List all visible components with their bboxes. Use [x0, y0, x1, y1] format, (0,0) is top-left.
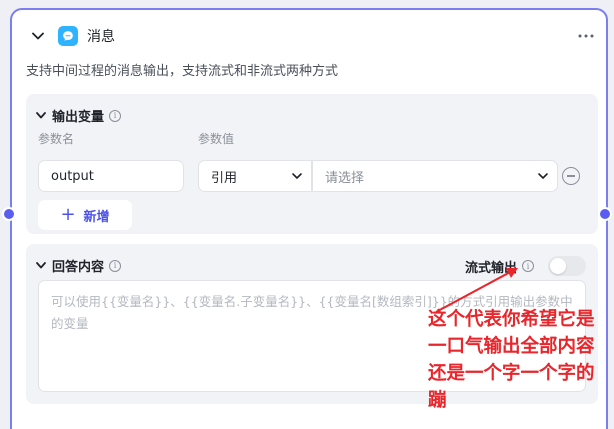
info-icon[interactable]: i: [522, 260, 534, 272]
add-param-button[interactable]: + 新增: [38, 200, 132, 230]
param-name-input[interactable]: output: [38, 160, 184, 192]
param-value-select[interactable]: 请选择: [312, 160, 558, 192]
info-icon[interactable]: i: [109, 109, 122, 122]
output-vars-title: 输出变量: [52, 110, 105, 125]
annotation-text: 这个代表你希望它是一口气输出全部内容还是一个字一个字的蹦: [428, 309, 595, 411]
chevron-down-icon: [537, 170, 549, 186]
chevron-down-icon[interactable]: [36, 112, 46, 119]
input-port[interactable]: [2, 207, 16, 221]
chevron-down-icon[interactable]: [28, 26, 48, 46]
chevron-down-icon[interactable]: [36, 262, 46, 269]
answer-title: 回答内容: [52, 260, 105, 275]
param-name-label: 参数名: [38, 132, 75, 146]
param-value-placeholder: 请选择: [325, 170, 365, 186]
toggle-knob: [550, 258, 566, 274]
node-title: 消息: [87, 29, 115, 45]
output-vars-header[interactable]: 输出变量 i: [36, 106, 122, 125]
output-port[interactable]: [598, 207, 612, 221]
ref-type-value: 引用: [211, 170, 238, 186]
more-options-icon[interactable]: [574, 26, 598, 46]
remove-param-icon[interactable]: [562, 167, 580, 185]
node-description: 支持中间过程的消息输出，支持流式和非流式两种方式: [26, 64, 339, 79]
param-value-label: 参数值: [198, 132, 235, 146]
plus-icon: +: [60, 204, 76, 225]
stream-output-control: 流式输出 i: [465, 256, 586, 276]
answer-header[interactable]: 回答内容 i: [36, 256, 122, 275]
message-icon: [58, 26, 78, 46]
param-name-value: output: [51, 168, 94, 184]
ref-type-select[interactable]: 引用: [198, 160, 312, 192]
info-icon[interactable]: i: [109, 259, 122, 272]
stream-output-label: 流式输出: [464, 260, 517, 276]
output-vars-section: 输出变量 i 参数名 参数值 output 引用 请选择 + 新增: [26, 94, 598, 234]
chevron-down-icon: [291, 170, 303, 186]
add-param-label: 新增: [83, 209, 110, 225]
node-header: 消息: [28, 24, 598, 48]
stream-output-toggle[interactable]: [548, 256, 586, 276]
